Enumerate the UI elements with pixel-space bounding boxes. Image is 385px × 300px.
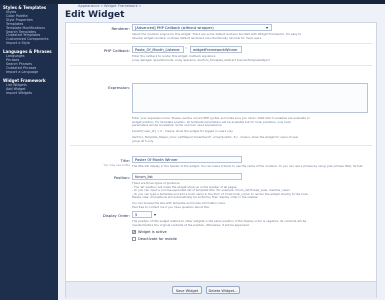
stepper-icon[interactable]: ▾ xyxy=(154,212,156,217)
sidebar-section-styles: Styles & Templates Styles Color Palette … xyxy=(0,4,58,48)
title-hint: The title will display in the header of … xyxy=(132,164,364,168)
divider xyxy=(70,43,372,44)
callback-class-input[interactable]: Paste_Of_Month_Listener xyxy=(132,46,184,53)
display-order-label: Display Order: xyxy=(102,213,130,218)
form-button-bar: Save Widget Delete Widget... xyxy=(66,281,376,298)
renderer-label: Renderer: xyxy=(111,26,130,31)
page-title: Edit Widget xyxy=(65,10,125,20)
display-order-input[interactable]: 5 xyxy=(132,211,152,218)
deactivate-mobile-label: Deactivate for mobile xyxy=(138,237,177,241)
renderer-hint: develop widget renderer so these default… xyxy=(132,35,263,40)
divider xyxy=(70,145,372,146)
save-widget-button[interactable]: Save Widget xyxy=(172,286,202,294)
callback-method-input[interactable]: widgetFrameworkWinner xyxy=(190,46,242,53)
breadcrumb[interactable]: Appearance » Widget Framework » xyxy=(78,4,141,8)
php-callback-label: PHP Callback: xyxy=(103,48,130,53)
main-content: Appearance » Widget Framework » Edit Wid… xyxy=(58,4,385,300)
expression-textarea[interactable] xyxy=(132,83,368,113)
sidebar-item-import-style[interactable]: Import a Style xyxy=(0,41,58,46)
expression-hint: group ID 5 only xyxy=(132,138,154,143)
chevron-down-icon[interactable]: ▾ xyxy=(266,25,268,30)
sidebar-section-languages: Languages & Phrases Languages Phrases Se… xyxy=(0,48,58,77)
sidebar-item-import-language[interactable]: Import a Language xyxy=(0,70,58,75)
divider xyxy=(70,65,372,66)
delete-widget-button[interactable]: Delete Widget... xyxy=(206,286,240,294)
display-order-hint: inserted before the original contents of… xyxy=(132,222,250,227)
expression-hint: XenForo_Template_Helper_Core::callHelper… xyxy=(132,135,299,139)
title-sublabel: You may use a title xyxy=(103,162,130,167)
callback-separator: :: xyxy=(185,46,188,50)
deactivate-mobile-checkbox[interactable] xyxy=(132,237,136,241)
position-label: Position: xyxy=(113,175,130,180)
position-hint: Please note: All positions will automati… xyxy=(132,195,259,199)
sidebar-section-widget-framework: Widget Framework List Widgets Add Widget… xyxy=(0,77,58,98)
sidebar-item-import-widgets[interactable]: Import Widgets xyxy=(0,91,58,96)
widget-active-checkbox[interactable]: ✔ xyxy=(132,230,136,234)
title-input[interactable]: Paster Of Month Winner xyxy=(132,156,242,163)
position-input[interactable]: forum_list xyxy=(132,173,242,180)
widget-active-label: Widget is active xyxy=(138,230,167,234)
position-hint: Feel free to contact me if you have ques… xyxy=(132,204,210,209)
expression-label: Expression: xyxy=(108,85,130,90)
admin-sidebar: Styles & Templates Styles Color Palette … xyxy=(0,4,58,300)
expression-hint: $visitor['user_id'] > 0 - means: show th… xyxy=(132,129,233,133)
widget-form: Renderer: [Advanced] PHP Callback (witho… xyxy=(65,22,377,298)
renderer-select[interactable]: [Advanced] PHP Callback (without wrapper… xyxy=(132,24,272,31)
expression-hint: parameters will be accessible. Some comm… xyxy=(132,123,223,127)
callback-hint: array $widget, $positionCode, array $par… xyxy=(132,57,270,62)
